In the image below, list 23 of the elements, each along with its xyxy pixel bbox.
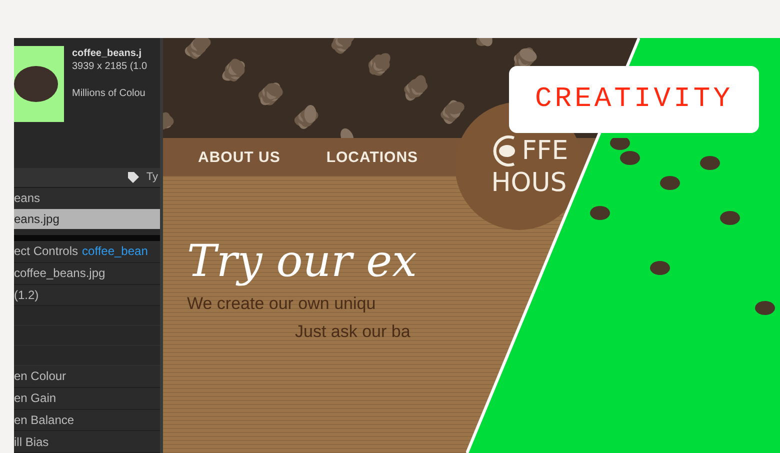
property-label: en Colour: [14, 369, 66, 384]
logo-text: HOUS: [491, 168, 567, 198]
image-dimensions: 3939 x 2185 (1.0: [72, 61, 148, 72]
project-item[interactable]: eans: [14, 188, 160, 209]
tag-icon[interactable]: [127, 170, 140, 184]
property-label: ill Bias: [14, 434, 49, 449]
effect-version: (1.2): [14, 288, 39, 302]
layer-link[interactable]: coffee_bean: [82, 244, 148, 258]
headline: Try our ex: [187, 236, 418, 287]
file-name: coffee_beans.j: [72, 48, 142, 59]
property-label: en Balance: [14, 412, 74, 427]
logo-text: FFE: [522, 136, 568, 166]
tagline: We create our own uniqu: [187, 293, 377, 315]
colour-depth: Millions of Colou: [72, 88, 146, 99]
nav-link[interactable]: LOCATIONS: [326, 148, 418, 166]
layer-name: coffee_beans.jpg: [14, 266, 106, 280]
panel-title: ect Controls: [14, 244, 78, 258]
tagline: Just ask our ba: [294, 321, 412, 343]
nav-link[interactable]: ABOUT US: [198, 148, 280, 166]
badge-label: CREATIVITY: [508, 66, 759, 133]
property-label: en Gain: [14, 391, 56, 406]
column-label: Ty: [146, 171, 158, 184]
project-item[interactable]: eans.jpg: [14, 208, 160, 230]
